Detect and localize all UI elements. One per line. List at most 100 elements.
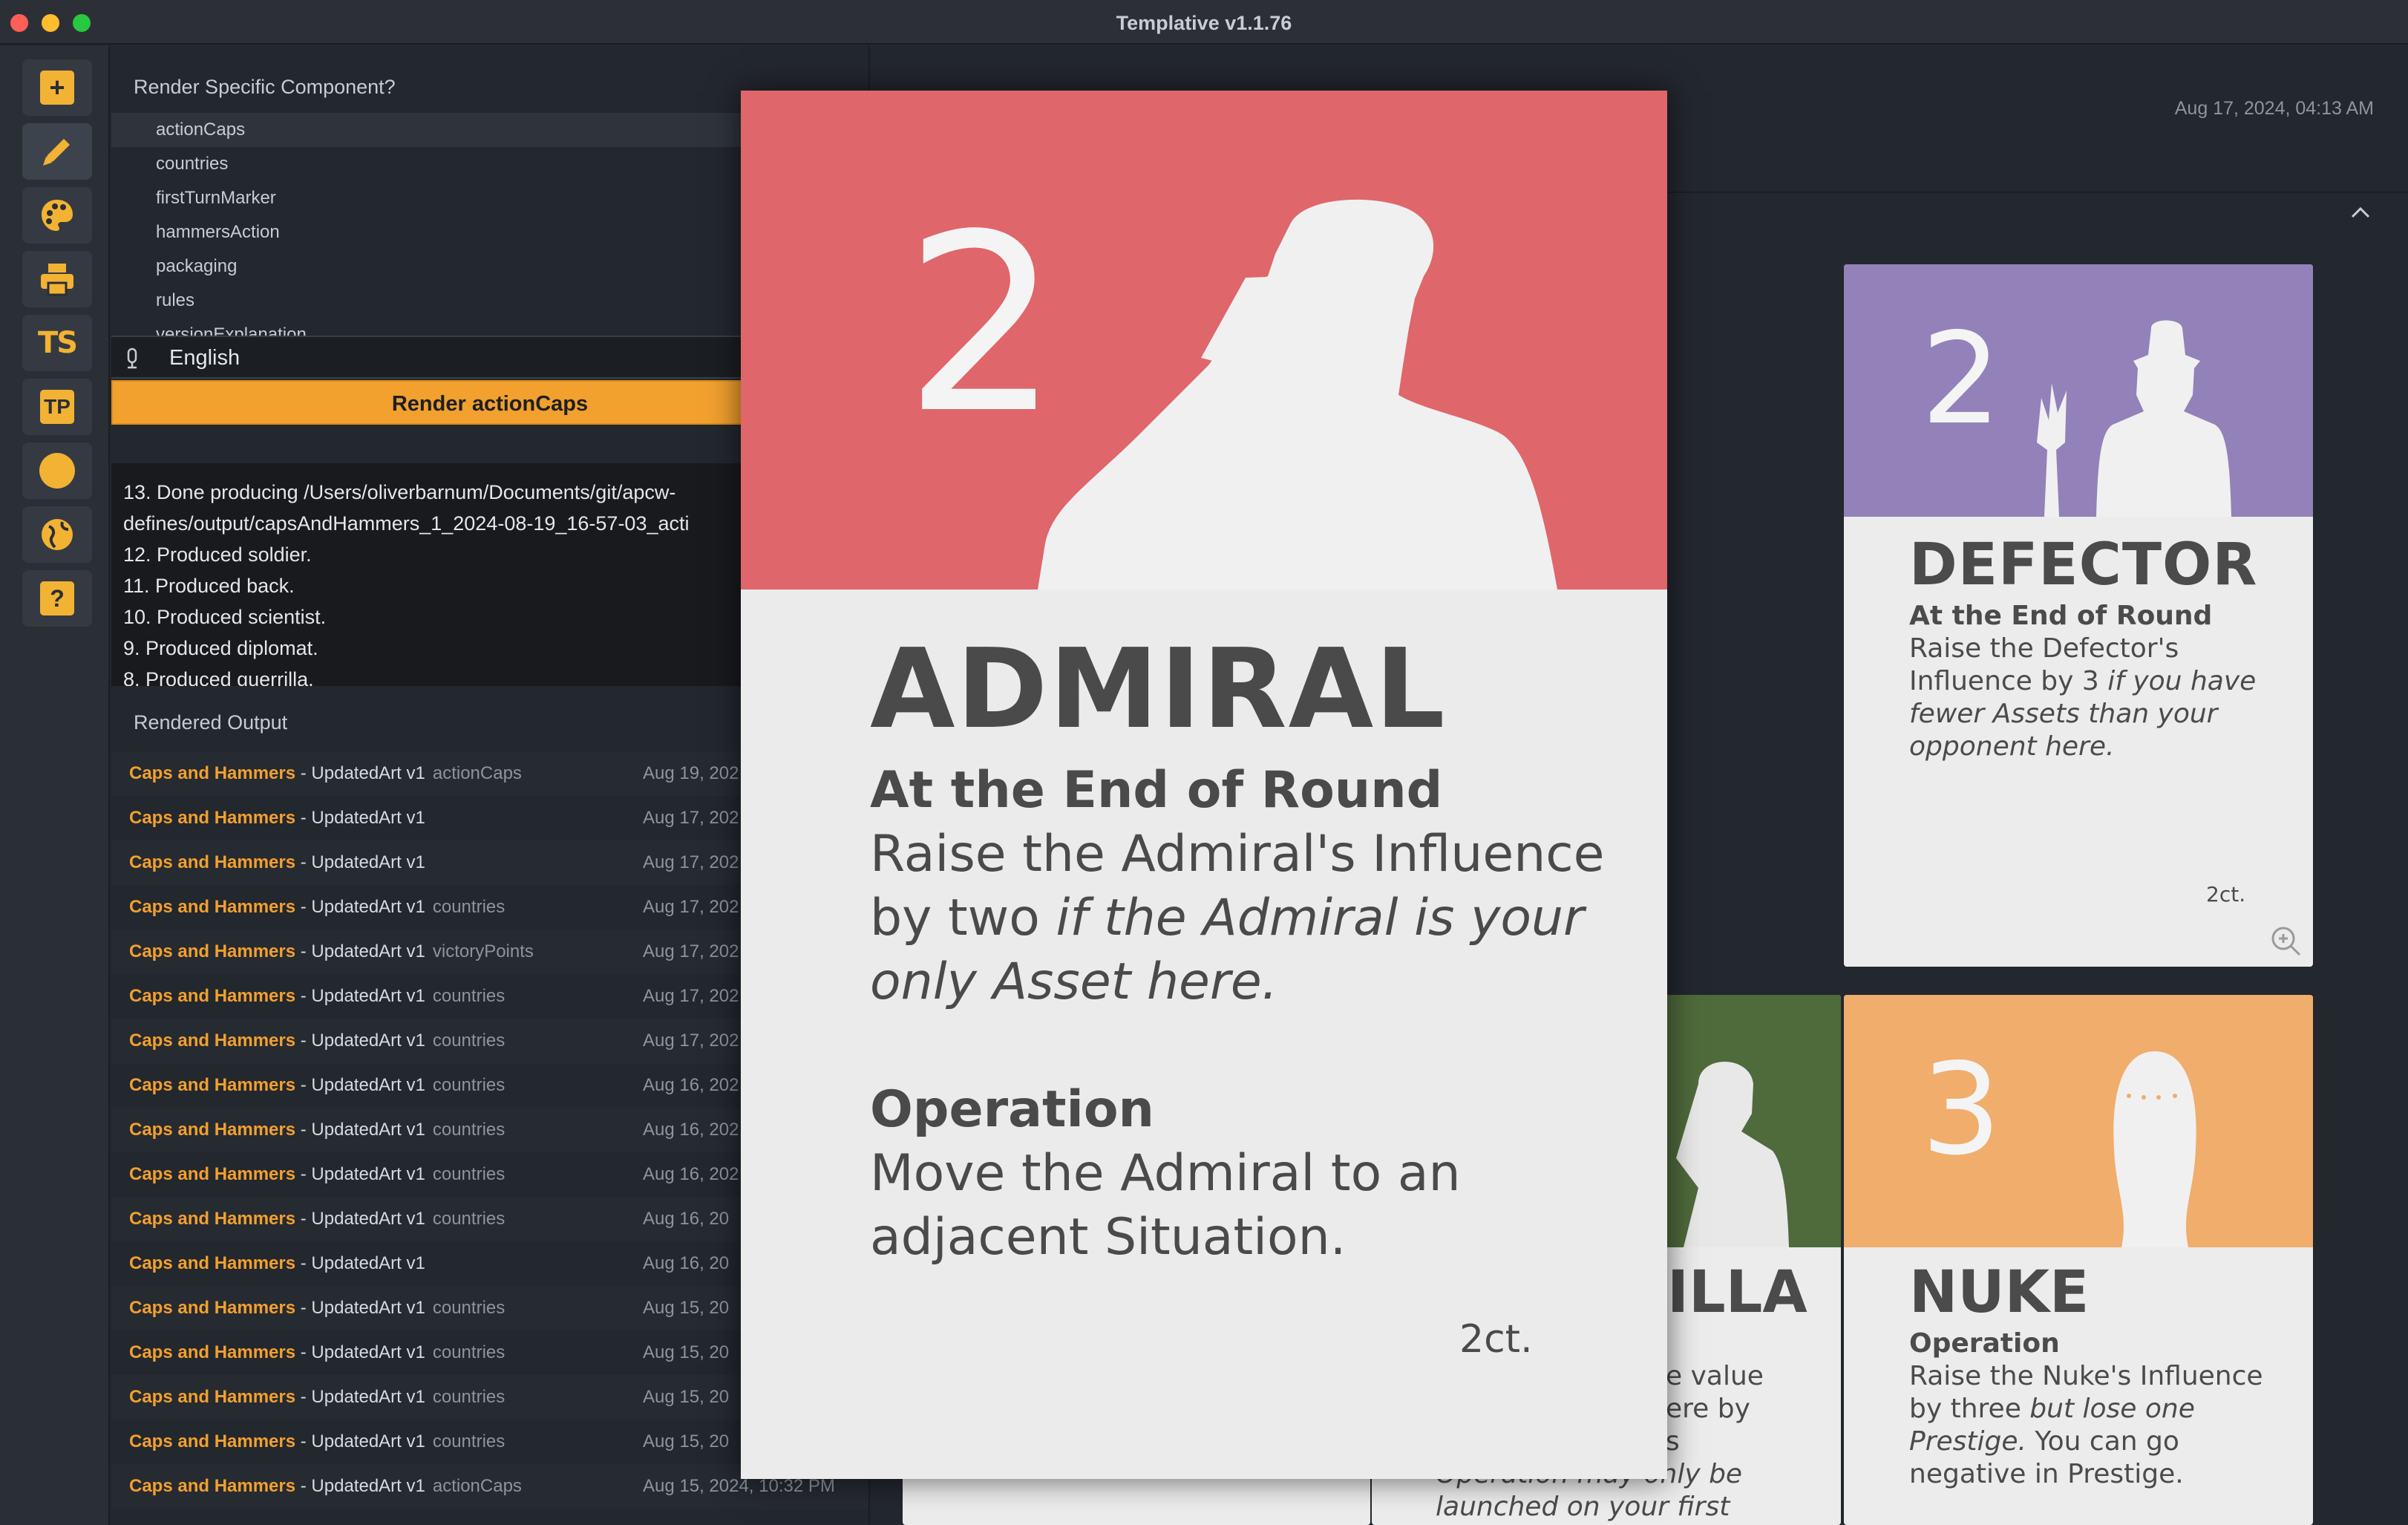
output-component: countries <box>432 1342 506 1362</box>
nuke-silhouette <box>2113 1051 2196 1247</box>
output-project: Caps and Hammers <box>129 1120 296 1140</box>
globe-icon <box>42 519 73 550</box>
output-version: - UpdatedArt v1 <box>300 1075 425 1095</box>
card-art <box>1844 995 2313 1247</box>
output-date: Aug 17, 202 <box>643 941 739 961</box>
card-text-line: e value <box>1666 1361 1764 1391</box>
game-crafter-button[interactable] <box>22 443 92 499</box>
card-text-line: ere by <box>1666 1394 1750 1424</box>
tabletop-playground-button[interactable]: TP <box>22 379 92 435</box>
chevron-up-icon[interactable] <box>2350 202 2371 223</box>
output-version: - UpdatedArt v1 <box>300 1209 425 1229</box>
output-component: countries <box>432 1164 506 1184</box>
output-version: - UpdatedArt v1 <box>300 1431 425 1451</box>
output-version: - UpdatedArt v1 <box>300 1253 425 1273</box>
output-version: - UpdatedArt v1 <box>300 808 425 828</box>
output-project: Caps and Hammers <box>129 1209 296 1229</box>
help-button[interactable]: ? <box>22 570 92 627</box>
tabletop-simulator-button[interactable]: TS <box>22 315 92 371</box>
game-crafter-icon <box>39 453 75 489</box>
output-date: Aug 16, 202 <box>643 1164 739 1184</box>
nav-rail: + TS TP ? <box>0 46 110 1525</box>
torch-silhouette <box>2037 383 2067 517</box>
output-project: Caps and Hammers <box>129 1164 296 1184</box>
output-component: countries <box>432 1387 506 1407</box>
output-date: Aug 16, 202 <box>643 1075 739 1095</box>
language-value: English <box>169 346 241 370</box>
output-date: Aug 17, 202 <box>643 808 739 828</box>
output-project: Caps and Hammers <box>129 1298 296 1318</box>
output-project: Caps and Hammers <box>129 1342 296 1362</box>
pencil-icon <box>43 139 70 166</box>
output-date: Aug 16, 20 <box>643 1253 730 1273</box>
edit-button[interactable] <box>22 123 92 180</box>
card-name: NUKE <box>1909 1259 2090 1326</box>
output-date: Aug 19, 202 <box>643 763 739 783</box>
guerrilla-silhouette <box>1676 1062 1789 1247</box>
output-project: Caps and Hammers <box>129 763 296 783</box>
output-version: - UpdatedArt v1 <box>300 852 425 872</box>
art-button[interactable] <box>22 187 92 244</box>
output-date: Aug 15, 20 <box>643 1387 730 1407</box>
translate-button[interactable] <box>22 506 92 563</box>
output-component: countries <box>432 1209 506 1229</box>
output-component: countries <box>432 1120 506 1140</box>
output-project: Caps and Hammers <box>129 808 296 828</box>
output-project: Caps and Hammers <box>129 1476 296 1496</box>
tabletop-simulator-icon: TS <box>37 326 78 360</box>
card-cost: 2ct. <box>1459 1317 1533 1362</box>
output-project: Caps and Hammers <box>129 852 296 872</box>
output-date: Aug 17, 202 <box>643 1031 739 1051</box>
output-project: Caps and Hammers <box>129 897 296 917</box>
card-number: 2 <box>1921 306 2002 453</box>
output-date: Aug 16, 20 <box>643 1209 730 1229</box>
title-bar: Templative v1.1.76 <box>0 0 2408 45</box>
output-version: - UpdatedArt v1 <box>300 897 425 917</box>
output-date: Aug 15, 20 <box>643 1342 730 1362</box>
help-icon: ? <box>40 581 74 615</box>
card-defector[interactable]: 2 DEFECTOR At the End of Round Raise the… <box>1844 264 2313 967</box>
tabletop-playground-icon: TP <box>40 390 74 424</box>
window-title: Templative v1.1.76 <box>1116 12 1292 34</box>
zoom-icon[interactable] <box>2270 925 2301 956</box>
output-version: - UpdatedArt v1 <box>300 1298 425 1318</box>
card-name: ILLA <box>1667 1259 1807 1326</box>
component-heading: Render Specific Component? <box>134 76 396 98</box>
output-version: - UpdatedArt v1 <box>300 1342 425 1362</box>
card-heading: At the End of Round <box>1909 601 2213 631</box>
card-text: Operation Raise the Nuke's Influence by … <box>1909 1328 2265 1491</box>
output-component: countries <box>432 1075 506 1095</box>
microphone-icon <box>127 347 137 369</box>
output-project: Caps and Hammers <box>129 1253 296 1273</box>
create-project-button[interactable]: + <box>22 59 92 116</box>
card-cost: 2ct. <box>2206 882 2246 907</box>
output-date: Aug 15, 20 <box>643 1431 730 1451</box>
output-date: Aug 15, 20 <box>643 1298 730 1318</box>
output-component: actionCaps <box>432 763 522 783</box>
card-text: At the End of Round Raise the Defector's… <box>1909 600 2265 763</box>
output-component: countries <box>432 1031 506 1051</box>
card-number: 3 <box>1921 1036 2002 1183</box>
palette-icon <box>42 200 73 231</box>
defector-silhouette <box>2096 320 2231 517</box>
card-text: e value ere by s <box>1666 1360 1841 1458</box>
output-component: countries <box>432 986 506 1006</box>
output-version: - UpdatedArt v1 <box>300 1476 425 1496</box>
output-version: - UpdatedArt v1 <box>300 1387 425 1407</box>
print-button[interactable] <box>22 251 92 307</box>
output-component: countries <box>432 897 506 917</box>
printer-icon <box>41 264 73 296</box>
output-date: Aug 17, 202 <box>643 986 739 1006</box>
output-component: countries <box>432 1431 506 1451</box>
card-heading: Operation <box>870 1080 1154 1139</box>
rendered-output-heading: Rendered Output <box>134 711 288 734</box>
output-component: countries <box>432 1298 506 1318</box>
plus-icon: + <box>40 71 74 105</box>
card-text-line: s <box>1666 1426 1680 1457</box>
output-project: Caps and Hammers <box>129 986 296 1006</box>
output-project: Caps and Hammers <box>129 941 296 961</box>
admiral-silhouette <box>1038 199 1557 590</box>
card-nuke[interactable]: 3 NUKE Operation Raise the Nuke's Influe… <box>1844 995 2313 1525</box>
output-component: actionCaps <box>432 1476 522 1496</box>
card-preview-admiral[interactable]: 2 ADMIRAL At the End of Round Raise the … <box>741 91 1667 1479</box>
